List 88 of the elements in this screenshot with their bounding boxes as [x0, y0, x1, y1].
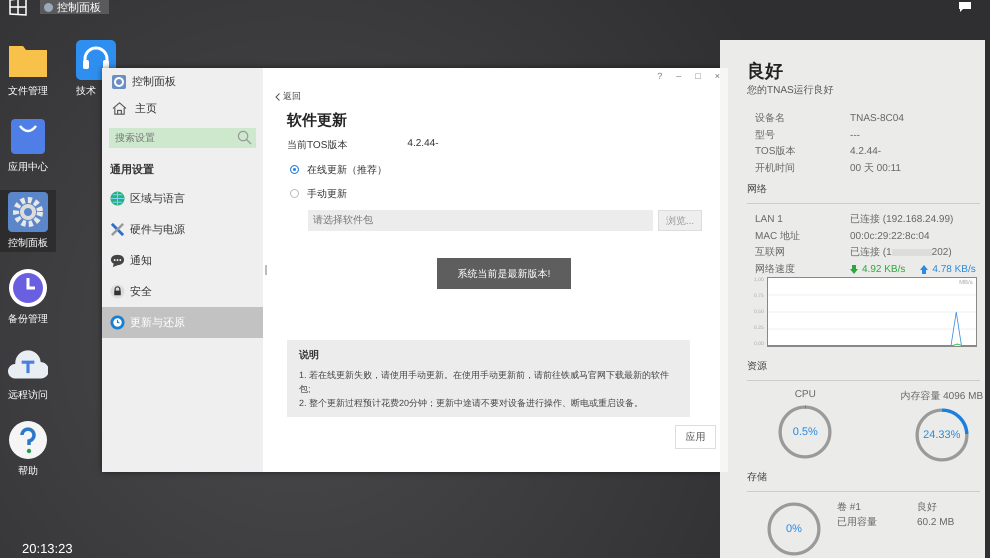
- section-heading: 通用设置: [109, 162, 155, 178]
- gear-icon: [112, 74, 126, 88]
- usage-ring: [765, 500, 823, 558]
- radio-option[interactable]: 手动更新: [290, 185, 716, 202]
- info-value: 60.2 MB: [917, 516, 954, 530]
- gear-icon: [8, 192, 48, 232]
- lock-icon: [110, 284, 125, 299]
- shopping-bag-icon: [8, 116, 48, 156]
- shortcut-label: 技术: [76, 84, 96, 98]
- taskbar-tab[interactable]: 控制面板: [40, 0, 109, 14]
- sidebar-item[interactable]: 区域与语言: [102, 183, 263, 214]
- ring-label: CPU: [794, 389, 816, 400]
- chat-bubble-icon[interactable]: [958, 1, 972, 13]
- info-label: 已用容量: [837, 516, 878, 530]
- arrow-down-icon: [850, 264, 858, 274]
- status-subtitle: 您的TNAS运行良好: [747, 84, 835, 97]
- home-icon: [112, 101, 127, 116]
- chevron-left-icon: [275, 92, 280, 100]
- notes-text: 1. 若在线更新失败，请使用手动更新。在使用手动更新前，请前往铁威马官网下载最新的软件包;: [299, 369, 670, 396]
- radio-button[interactable]: [290, 165, 299, 174]
- splitter-handle[interactable]: [265, 265, 267, 275]
- section-heading: 存储: [747, 464, 980, 492]
- tools-icon: [110, 222, 125, 237]
- home-link[interactable]: 主页: [102, 95, 263, 126]
- info-value: 00 天 00:11: [850, 162, 902, 176]
- notes-text: 2. 整个更新过程预计花费20分钟；更新中途请不要对设备进行操作、断电或重启设备。: [299, 397, 644, 410]
- info-value: ---: [850, 128, 861, 142]
- page-heading: 软件更新: [287, 111, 348, 130]
- search-icon: [237, 130, 252, 145]
- info-value: 良好: [917, 500, 938, 515]
- info-value: 4.2.44-: [850, 145, 882, 159]
- desktop-shortcut[interactable]: 应用中心: [0, 114, 56, 176]
- info-label: 互联网: [755, 246, 786, 260]
- info-value: TNAS-8C04: [850, 112, 905, 126]
- ring-percentage: 0%: [786, 523, 802, 535]
- headset-icon: [76, 40, 116, 80]
- speech-bubble-icon: [110, 253, 125, 268]
- info-value: 已连接 (1: [850, 246, 892, 260]
- usage-ring: [912, 406, 971, 464]
- clock-icon: [8, 268, 48, 308]
- ring-percentage: 0.5%: [792, 426, 818, 438]
- upload-speed: 4.78 KB/s: [932, 262, 976, 276]
- info-value: 已连接 (192.168.24.99): [850, 212, 954, 227]
- question-mark-icon: [8, 420, 48, 460]
- desktop-shortcut[interactable]: 控制面板: [0, 190, 56, 252]
- info-value: 202): [932, 246, 952, 260]
- status-button[interactable]: 系统当前是最新版本!: [437, 258, 571, 289]
- status-title: 良好: [747, 60, 784, 83]
- desktop-shortcut[interactable]: 文件管理: [0, 38, 56, 100]
- usage-ring: [776, 403, 834, 461]
- title-bar-button[interactable]: ?: [657, 71, 662, 81]
- apply-button[interactable]: 应用: [675, 425, 716, 449]
- back-link[interactable]: 返回: [283, 90, 301, 103]
- desktop-shortcut[interactable]: 远程访问: [0, 342, 56, 404]
- search-field[interactable]: 搜索设置: [109, 128, 256, 148]
- notes-title: 说明: [299, 348, 320, 362]
- ring-percentage: 24.33%: [923, 429, 960, 441]
- info-label: 卷 #1: [837, 501, 862, 515]
- info-label: 设备名: [755, 112, 786, 126]
- info-label: 型号: [755, 128, 776, 142]
- info-label: MAC 地址: [755, 230, 801, 244]
- sidebar-item[interactable]: 通知: [102, 245, 263, 276]
- section-heading: 网络: [747, 176, 980, 204]
- window-title: 控制面板: [132, 75, 176, 89]
- info-label: LAN 1: [755, 213, 784, 227]
- download-speed: 4.92 KB/s: [862, 262, 906, 276]
- globe-icon: [110, 191, 125, 206]
- clock-text: 20:13:23: [22, 541, 73, 556]
- title-bar-button[interactable]: –: [676, 71, 682, 81]
- title-bar-button[interactable]: □: [695, 71, 701, 81]
- radio-button[interactable]: [290, 189, 299, 198]
- windows-icon[interactable]: [8, 0, 28, 17]
- desktop-shortcut[interactable]: 帮助: [0, 418, 56, 480]
- version-value: 4.2.44-: [407, 138, 439, 151]
- arrow-up-icon: [920, 264, 928, 274]
- title-bar-button[interactable]: ×: [714, 71, 720, 81]
- version-label: 当前TOS版本: [287, 138, 348, 152]
- radio-option[interactable]: 在线更新（推荐）: [290, 161, 716, 178]
- info-label: TOS版本: [755, 144, 796, 159]
- refresh-clock-icon: [110, 315, 125, 330]
- desktop-shortcut[interactable]: 备份管理: [0, 266, 56, 328]
- info-label: 开机时间: [755, 162, 796, 176]
- info-value: 00:0c:29:22:8c:04: [850, 230, 931, 244]
- sidebar-item[interactable]: 安全: [102, 276, 263, 307]
- ring-label: 内存容量 4096 MB: [900, 390, 984, 403]
- sidebar-item[interactable]: 硬件与电源: [102, 214, 263, 245]
- section-heading: 资源: [747, 353, 980, 381]
- info-label: 网络速度: [755, 262, 796, 276]
